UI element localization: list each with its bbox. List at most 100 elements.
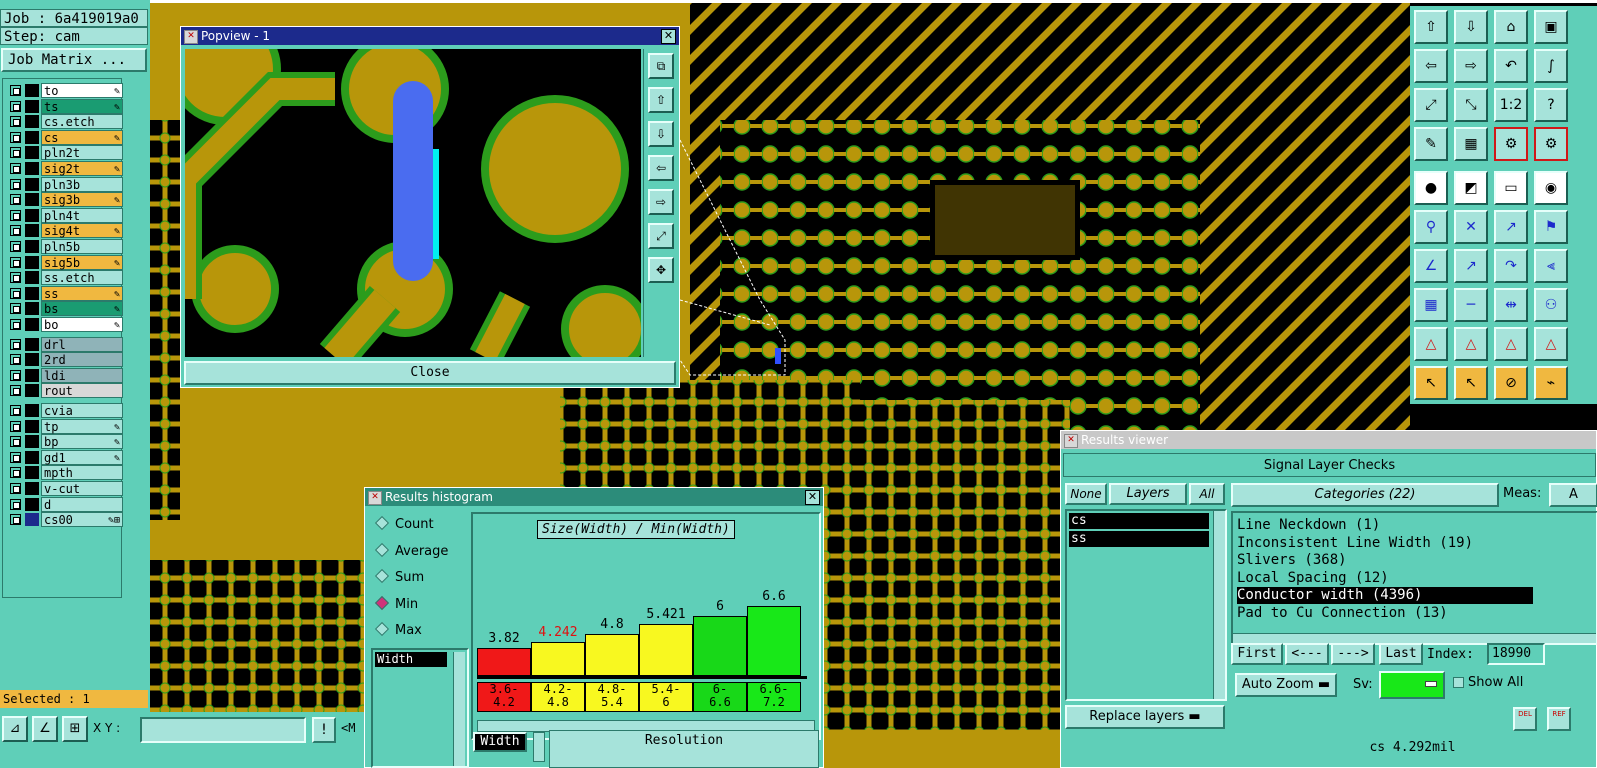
window-menu-icon[interactable]: ✕ xyxy=(1064,434,1078,448)
histogram-bar[interactable] xyxy=(585,634,639,676)
layer-name[interactable]: pln3b xyxy=(41,176,123,192)
pan-up-icon[interactable]: ⇧ xyxy=(1414,10,1448,44)
layer-color-swatch[interactable] xyxy=(25,302,39,316)
pan-down-icon[interactable]: ⇩ xyxy=(1454,10,1488,44)
layer-name[interactable]: sig4t ✎ xyxy=(41,223,123,239)
layer-row-ldi[interactable]: ldi xyxy=(7,367,123,383)
redraw-icon[interactable]: ∫ xyxy=(1534,49,1568,83)
align-icon[interactable]: ⫷ xyxy=(1534,249,1568,283)
layer-color-swatch[interactable] xyxy=(25,130,39,144)
histogram-bar[interactable] xyxy=(531,642,585,676)
layer-color-swatch[interactable] xyxy=(25,419,39,433)
layer-row-cs[interactable]: cs ✎ xyxy=(7,129,123,145)
layer-color-swatch[interactable] xyxy=(25,208,39,222)
layer-row-sig5b[interactable]: sig5b ✎ xyxy=(7,254,123,270)
layer-color-swatch[interactable] xyxy=(25,224,39,238)
layer-name[interactable]: pln4t xyxy=(41,207,123,223)
layer-checkbox[interactable] xyxy=(10,420,21,432)
layer-checkbox[interactable] xyxy=(10,303,21,315)
layer-checkbox[interactable] xyxy=(10,116,21,128)
bin-label[interactable]: 5.4- 6 xyxy=(639,682,693,712)
pan-left-icon[interactable]: ⇦ xyxy=(648,155,674,181)
layer-name[interactable]: gd1 ✎ xyxy=(41,449,123,465)
layer-name[interactable]: sig2t ✎ xyxy=(41,161,123,176)
popview-close-button[interactable]: Close xyxy=(184,361,676,385)
layer-checkbox[interactable] xyxy=(10,178,21,190)
window-menu-icon[interactable]: ✕ xyxy=(184,30,198,44)
filter-icon[interactable]: ⚙ xyxy=(1534,127,1568,161)
snap-icon[interactable]: ⊿ xyxy=(2,716,28,742)
layer-row-bs[interactable]: bs ✎ xyxy=(7,301,123,317)
layer-color-swatch[interactable] xyxy=(25,193,39,207)
layer-name[interactable]: drl xyxy=(41,336,123,352)
popview-titlebar[interactable]: ✕ Popview - 1 ✕ xyxy=(181,27,679,45)
layer-checkbox[interactable] xyxy=(10,436,21,448)
pad-icon[interactable]: ◉ xyxy=(1534,171,1568,205)
layer-row-sig2t[interactable]: sig2t ✎ xyxy=(7,161,123,176)
layer-name[interactable]: to ✎ xyxy=(41,83,123,98)
zoom-fit-icon[interactable]: ⤢ xyxy=(1414,88,1448,122)
layer-name[interactable]: pln5b xyxy=(41,239,123,254)
layer-color-swatch[interactable] xyxy=(25,84,39,97)
layer-name[interactable]: ss.etch xyxy=(41,270,123,286)
xy-input[interactable] xyxy=(140,717,306,743)
layer-checkbox[interactable] xyxy=(10,385,21,397)
footer-scroll[interactable] xyxy=(533,732,545,762)
mode-radio-sum[interactable]: Sum xyxy=(374,568,424,587)
layer-row-pln4t[interactable]: pln4t xyxy=(7,207,123,223)
undo-view-icon[interactable]: ↶ xyxy=(1494,49,1528,83)
layer-color-swatch[interactable] xyxy=(25,497,39,511)
severity-select[interactable] xyxy=(1379,671,1445,699)
close-icon[interactable]: ✕ xyxy=(805,490,820,505)
layer-name[interactable]: d xyxy=(41,496,123,512)
meas-select[interactable]: A xyxy=(1549,483,1597,507)
layer-checkbox[interactable] xyxy=(10,131,21,143)
histogram-bar[interactable] xyxy=(477,648,531,676)
layer-color-swatch[interactable] xyxy=(25,435,39,449)
pan-down-icon[interactable]: ⇩ xyxy=(648,121,674,147)
rotate-icon[interactable]: ↷ xyxy=(1494,249,1528,283)
layer-color-swatch[interactable] xyxy=(25,466,39,480)
layer-checkbox[interactable] xyxy=(10,85,21,96)
layer-row-drl[interactable]: drl xyxy=(7,336,123,352)
pan-right-icon[interactable]: ⇨ xyxy=(648,189,674,215)
window-menu-icon[interactable]: ✕ xyxy=(368,491,382,505)
layer-list-scrollbar[interactable] xyxy=(1213,511,1225,699)
bin-label[interactable]: 4.2- 4.8 xyxy=(531,682,585,712)
layer-name[interactable]: cs00 ✎⊞ xyxy=(41,512,123,528)
layer-color-swatch[interactable] xyxy=(25,162,39,175)
layer-item-cs[interactable]: cs xyxy=(1069,513,1209,529)
layer-name[interactable]: ts ✎ xyxy=(41,98,123,114)
layer-row-cvia[interactable]: cvia xyxy=(7,403,123,418)
zoom-fit-icon[interactable]: ⤢ xyxy=(648,223,674,249)
home-icon[interactable]: ⌂ xyxy=(1494,10,1528,44)
layer-color-swatch[interactable] xyxy=(25,318,39,331)
layer-color-swatch[interactable] xyxy=(25,99,39,113)
layer-name[interactable]: ldi xyxy=(41,367,123,383)
scale-icon[interactable]: 1:2 xyxy=(1494,88,1528,122)
pan-left-icon[interactable]: ⇦ xyxy=(1414,49,1448,83)
auto-zoom-button[interactable]: Auto Zoom ▬ xyxy=(1235,673,1337,697)
mode-radio-max[interactable]: Max xyxy=(374,621,422,640)
category-item[interactable]: Conductor width (4396) xyxy=(1237,587,1533,605)
mirror-icon[interactable]: ◩ xyxy=(1454,171,1488,205)
field-scrollbar[interactable] xyxy=(453,652,465,766)
zoom-icon[interactable]: ⧉ xyxy=(648,53,674,79)
layer-name[interactable]: bs ✎ xyxy=(41,301,123,317)
node-icon[interactable]: ⚲ xyxy=(1414,210,1448,244)
show-all-checkbox[interactable] xyxy=(1453,677,1464,688)
layer-checkbox[interactable] xyxy=(10,483,21,494)
results-layer-list[interactable]: cs ss xyxy=(1065,509,1227,701)
layer-row-2rd[interactable]: 2rd xyxy=(7,352,123,368)
triangle-icon[interactable]: △ xyxy=(1494,327,1528,361)
layer-checkbox[interactable] xyxy=(10,163,21,174)
layer-checkbox[interactable] xyxy=(10,225,21,237)
next-button[interactable]: ---> xyxy=(1331,643,1375,665)
layer-checkbox[interactable] xyxy=(10,451,21,463)
layer-color-swatch[interactable] xyxy=(25,353,39,367)
triangle-icon[interactable]: △ xyxy=(1454,327,1488,361)
category-item[interactable]: Slivers (368) xyxy=(1237,552,1347,569)
span-icon[interactable]: ⇹ xyxy=(1494,288,1528,322)
layer-checkbox[interactable] xyxy=(10,338,21,350)
mode-radio-average[interactable]: Average xyxy=(374,542,448,561)
